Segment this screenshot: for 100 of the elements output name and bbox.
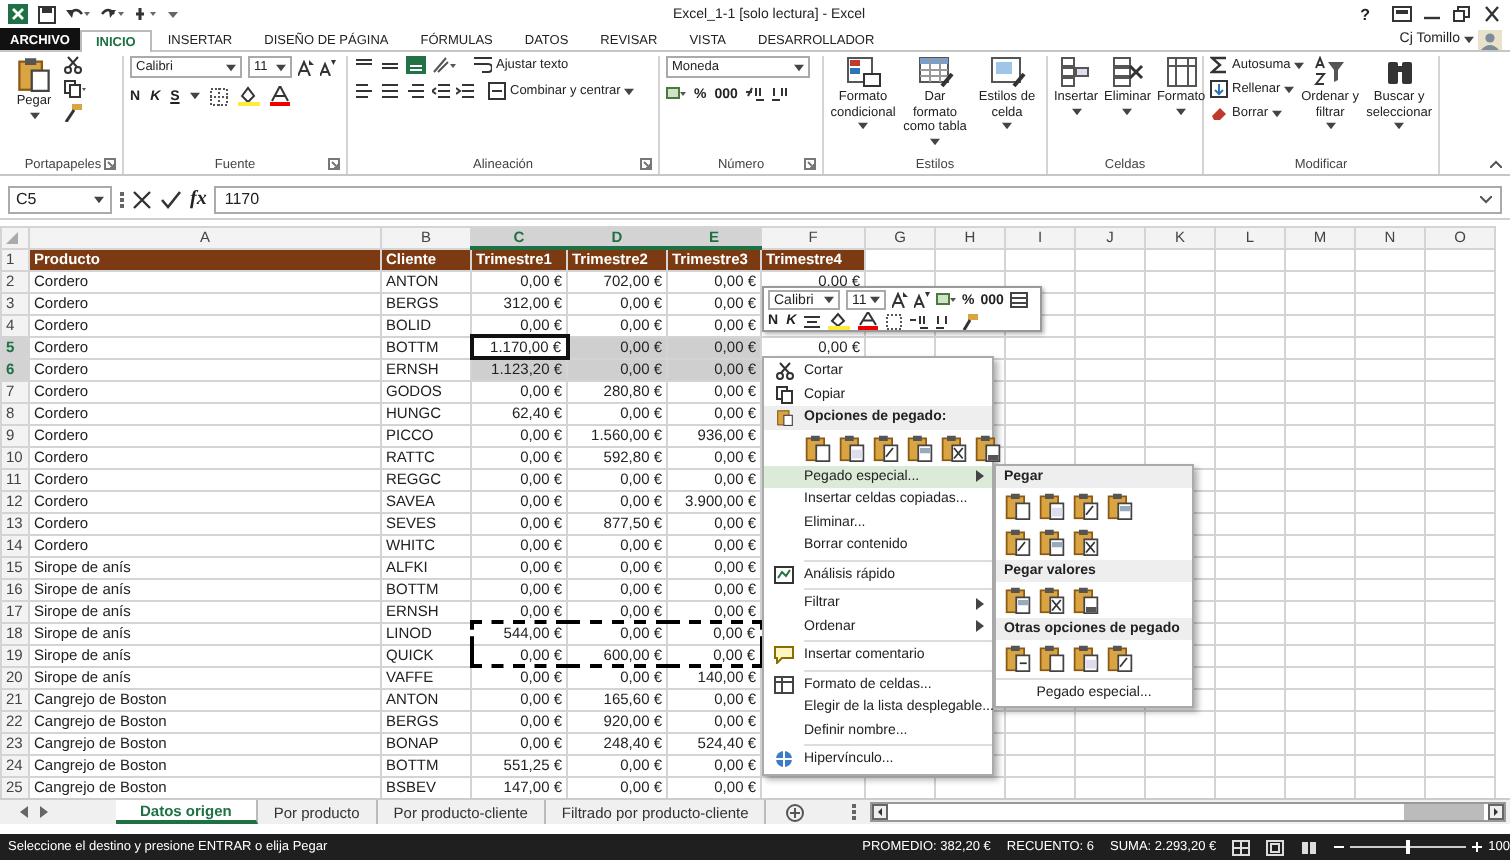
align-right-icon[interactable] — [406, 82, 426, 100]
paste-option-icon[interactable] — [1038, 644, 1066, 672]
help-button[interactable]: ? — [1360, 5, 1370, 23]
align-left-icon[interactable] — [354, 82, 374, 100]
align-bottom-icon[interactable] — [406, 56, 426, 74]
cancel-icon[interactable] — [132, 189, 152, 209]
paste-option-icon[interactable] — [1106, 644, 1134, 672]
caret-icon — [1325, 122, 1336, 130]
font-color-icon[interactable] — [858, 312, 879, 330]
scroll-right-icon[interactable] — [1488, 804, 1504, 820]
caret-icon — [1284, 85, 1295, 93]
dialog-launcher-icon[interactable] — [640, 158, 652, 170]
caret-icon — [1002, 122, 1012, 130]
formula-field[interactable]: 1170 — [214, 185, 1502, 213]
caret-icon — [858, 122, 868, 130]
paste-option-icon[interactable] — [1038, 492, 1066, 520]
caret-icon — [930, 137, 940, 145]
fill-color-icon[interactable] — [237, 86, 260, 106]
caret-icon — [870, 296, 880, 304]
paste-option-icon[interactable] — [838, 433, 866, 461]
zoom-slider-thumb[interactable] — [1406, 840, 1411, 854]
accounting-icon[interactable] — [936, 292, 956, 308]
caret-icon — [624, 87, 635, 95]
grow-font-icon[interactable] — [892, 292, 908, 308]
shrink-font-icon[interactable] — [320, 59, 336, 75]
caret-icon — [276, 63, 286, 71]
zoom-in-icon[interactable] — [1472, 842, 1483, 852]
caret-icon — [1071, 107, 1082, 115]
paste-option-icon[interactable] — [1004, 644, 1032, 672]
zoom-out-icon[interactable] — [1334, 842, 1345, 852]
align-center-icon[interactable] — [380, 82, 400, 100]
redo-icon[interactable] — [100, 6, 124, 22]
caret-icon — [824, 296, 834, 304]
orientation-icon[interactable] — [432, 56, 456, 74]
name-box[interactable]: C5 — [8, 185, 112, 213]
copy-icon[interactable] — [64, 80, 86, 98]
grow-font-icon[interactable] — [298, 59, 314, 75]
format-painter-icon[interactable] — [64, 104, 82, 122]
new-sheet-icon[interactable] — [786, 803, 805, 821]
page-break-icon[interactable] — [1300, 839, 1319, 855]
paste-option-icon[interactable] — [1004, 586, 1032, 614]
scroll-left-icon[interactable] — [872, 804, 889, 820]
page-layout-icon[interactable] — [1266, 839, 1285, 855]
paste-option-icon[interactable] — [1072, 644, 1100, 672]
customize-toolbar-icon[interactable] — [168, 9, 178, 19]
paste-option-icon[interactable] — [1004, 528, 1032, 556]
paste-option-icon[interactable] — [1038, 528, 1066, 556]
caret-icon — [94, 195, 104, 203]
restore-icon[interactable] — [1452, 6, 1472, 22]
next-sheet-icon[interactable] — [40, 806, 48, 818]
paste-option-icon[interactable] — [974, 433, 1002, 461]
dialog-launcher-icon[interactable] — [328, 158, 340, 170]
delete-cells-icon — [1111, 56, 1144, 88]
scroll-thumb[interactable] — [1404, 804, 1484, 820]
caret-icon — [1176, 107, 1187, 115]
paste-option-icon[interactable] — [1038, 586, 1066, 614]
ribbon-display-icon[interactable] — [1392, 6, 1412, 22]
previous-sheet-icon[interactable] — [20, 806, 28, 818]
cut-icon[interactable] — [64, 56, 82, 74]
paste-option-icon[interactable] — [940, 433, 968, 461]
accounting-icon[interactable] — [666, 86, 686, 104]
close-icon[interactable] — [1482, 6, 1502, 22]
font-color-icon[interactable] — [269, 86, 290, 106]
paste-option-icon[interactable] — [1106, 492, 1134, 520]
format-painter-icon[interactable] — [962, 313, 979, 329]
borders-icon[interactable] — [209, 87, 228, 105]
increase-decimal-icon[interactable] — [910, 313, 929, 329]
paste-icon[interactable] — [16, 56, 52, 92]
decrease-indent-icon[interactable] — [432, 82, 450, 100]
clipboard-icon — [775, 408, 793, 427]
collapse-ribbon-icon[interactable] — [1490, 160, 1502, 168]
undo-icon[interactable] — [66, 6, 90, 22]
horizontal-scrollbar[interactable] — [870, 802, 1506, 822]
table-format-icon[interactable] — [1009, 292, 1028, 308]
paste-option-icon[interactable] — [1072, 586, 1100, 614]
paste-option-icon[interactable] — [1072, 492, 1100, 520]
merge-icon — [488, 82, 506, 100]
expand-formula-icon — [1480, 195, 1492, 203]
shrink-font-icon[interactable] — [914, 292, 930, 308]
align-center-icon[interactable] — [804, 313, 821, 329]
paste-option-icon[interactable] — [804, 433, 832, 461]
paste-option-icon[interactable] — [906, 433, 934, 461]
dialog-launcher-icon[interactable] — [804, 158, 816, 170]
decrease-decimal-icon[interactable] — [771, 86, 790, 104]
fill-color-icon[interactable] — [828, 312, 851, 330]
touch-mode-icon[interactable] — [134, 6, 158, 22]
paste-option-icon[interactable] — [1004, 492, 1032, 520]
format-cells-icon — [1165, 56, 1198, 88]
caret-icon — [1122, 107, 1133, 115]
paste-option-icon[interactable] — [1072, 528, 1100, 556]
normal-view-icon[interactable] — [1232, 839, 1251, 855]
borders-icon[interactable] — [886, 313, 903, 329]
increase-indent-icon[interactable] — [456, 82, 474, 100]
save-icon[interactable] — [38, 5, 56, 23]
sum-icon — [1210, 56, 1228, 74]
enter-icon[interactable] — [160, 189, 182, 209]
increase-decimal-icon[interactable] — [745, 86, 764, 104]
insert-function-button[interactable]: fx — [190, 188, 207, 210]
dialog-launcher-icon[interactable] — [104, 158, 116, 170]
paste-option-icon[interactable] — [872, 433, 900, 461]
